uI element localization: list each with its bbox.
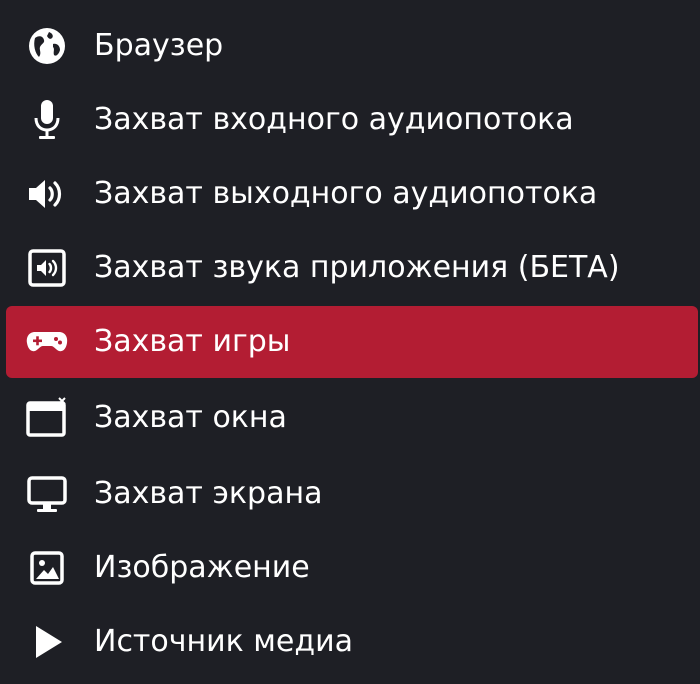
gamepad-icon <box>22 319 72 365</box>
menu-item-label: Браузер <box>94 28 224 63</box>
menu-item-label: Изображение <box>94 550 310 585</box>
menu-item-audio-output-capture[interactable]: Захват выходного аудиопотока <box>6 158 698 230</box>
menu-item-display-capture[interactable]: Захват экрана <box>6 458 698 530</box>
menu-item-label: Захват выходного аудиопотока <box>94 176 598 211</box>
menu-item-game-capture[interactable]: Захват игры <box>6 306 698 378</box>
window-icon <box>22 395 72 441</box>
menu-item-label: Захват окна <box>94 400 287 435</box>
play-icon <box>22 619 72 665</box>
menu-item-window-capture[interactable]: Захват окна <box>6 382 698 454</box>
menu-item-image[interactable]: Изображение <box>6 532 698 604</box>
globe-icon <box>22 23 72 69</box>
menu-item-application-audio-capture[interactable]: Захват звука приложения (БЕТА) <box>6 232 698 304</box>
app-audio-icon <box>22 245 72 291</box>
monitor-icon <box>22 471 72 517</box>
menu-item-label: Захват входного аудиопотока <box>94 102 574 137</box>
menu-item-browser[interactable]: Браузер <box>6 10 698 82</box>
image-icon <box>22 545 72 591</box>
microphone-icon <box>22 97 72 143</box>
menu-item-label: Захват звука приложения (БЕТА) <box>94 250 620 285</box>
menu-item-audio-input-capture[interactable]: Захват входного аудиопотока <box>6 84 698 156</box>
menu-item-media-source[interactable]: Источник медиа <box>6 606 698 678</box>
menu-item-label: Захват экрана <box>94 476 323 511</box>
menu-item-label: Захват игры <box>94 324 291 359</box>
speaker-icon <box>22 171 72 217</box>
source-type-menu: Браузер Захват входного аудиопотока Захв… <box>0 0 700 684</box>
menu-item-label: Источник медиа <box>94 624 353 659</box>
